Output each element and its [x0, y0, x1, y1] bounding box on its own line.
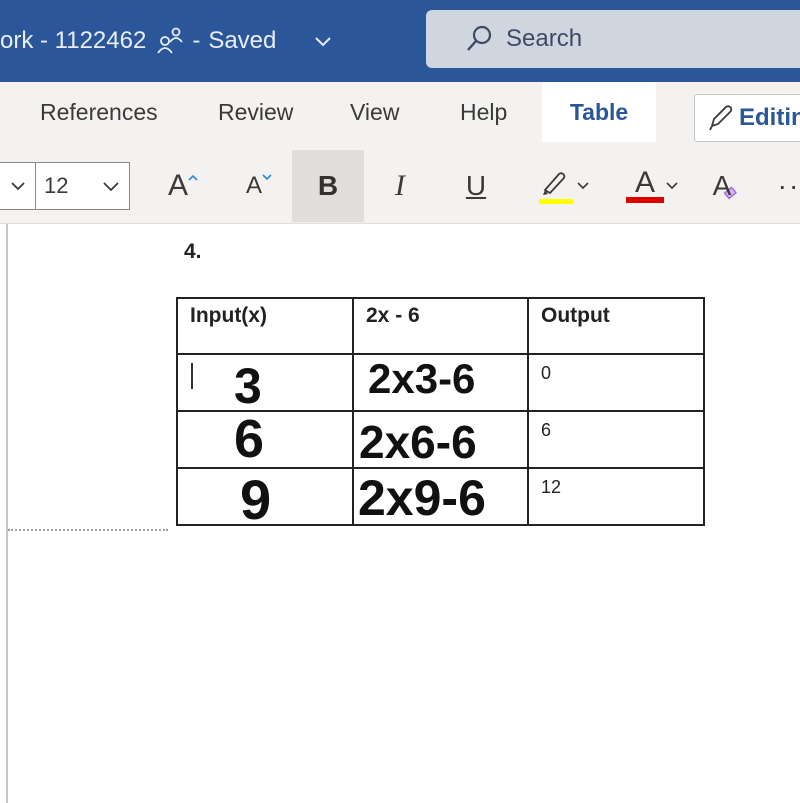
table-row: 6 2x6-6 6: [176, 409, 705, 469]
chevron-down-icon: [10, 182, 25, 191]
input-cell[interactable]: 3: [176, 353, 354, 414]
chevron-down-icon: [103, 182, 119, 192]
chevron-down-icon[interactable]: [312, 30, 334, 52]
formatting-toolbar: 12 A A B I U A A ··: [0, 148, 800, 224]
ribbon-tabs: References Review View Help Table Editin…: [0, 82, 800, 148]
tab-references[interactable]: References: [40, 82, 158, 142]
editing-mode-button[interactable]: Editing: [694, 94, 800, 142]
expression-cell[interactable]: 2x6-6: [352, 410, 529, 469]
tab-help[interactable]: Help: [460, 82, 507, 142]
input-cell[interactable]: 9: [176, 467, 354, 531]
input-value: 6: [234, 409, 265, 469]
expression-value: 2x3-6: [368, 355, 476, 402]
italic-label: I: [395, 169, 405, 202]
people-icon: [156, 27, 186, 55]
chevron-down-icon: [666, 182, 678, 190]
highlight-color-button[interactable]: [528, 150, 598, 222]
more-options-label: ··: [777, 170, 800, 201]
input-cell[interactable]: 6: [176, 409, 354, 469]
page-boundary-guide: [8, 529, 168, 531]
function-table[interactable]: Input(x) 2x - 6 Output 3 2x3-6 0 6 2x6-6…: [176, 297, 705, 531]
header-output[interactable]: Output: [527, 297, 705, 355]
title-bar: ork - 1122462 - Saved Search: [0, 0, 800, 82]
italic-button[interactable]: I: [378, 150, 422, 222]
expression-value: 2x9-6: [358, 470, 486, 526]
expression-value: 2x6-6: [359, 416, 477, 468]
output-value: 0: [541, 363, 552, 383]
output-value: 12: [541, 477, 562, 497]
tab-table[interactable]: Table: [542, 82, 656, 142]
expression-cell[interactable]: 2x3-6: [352, 353, 529, 412]
search-placeholder: Search: [506, 25, 583, 52]
bold-label: B: [317, 170, 339, 201]
text-cursor: [191, 363, 193, 389]
document-title[interactable]: ork - 1122462 - Saved: [0, 24, 276, 58]
table-row: 3 2x3-6 0: [176, 353, 705, 414]
underline-label: U: [465, 170, 487, 201]
clear-formatting-button[interactable]: A: [704, 150, 748, 222]
table-header-row: Input(x) 2x - 6 Output: [176, 297, 705, 355]
input-value: 9: [240, 468, 272, 531]
question-number: 4.: [184, 240, 202, 263]
pencil-icon: [709, 105, 733, 131]
input-value: 3: [234, 358, 262, 414]
output-value: 6: [541, 420, 552, 440]
save-status: Saved: [208, 27, 277, 54]
output-cell[interactable]: 12: [527, 467, 705, 526]
tab-review[interactable]: Review: [218, 82, 293, 142]
font-size-dropdown[interactable]: 12: [35, 162, 130, 210]
font-name-dropdown[interactable]: [0, 162, 36, 210]
output-cell[interactable]: 6: [527, 410, 705, 469]
title-separator: -: [192, 27, 201, 54]
header-input[interactable]: Input(x): [176, 297, 354, 355]
clear-formatting-label: A: [712, 170, 732, 201]
font-size-value: 12: [44, 173, 69, 198]
table-row: 9 2x9-6 12: [176, 467, 705, 531]
font-color-button[interactable]: A: [618, 150, 688, 222]
shrink-font-label: A: [245, 172, 262, 199]
header-expression[interactable]: 2x - 6: [352, 297, 529, 355]
grow-font-label: A: [167, 169, 188, 202]
highlighter-icon: [539, 172, 573, 204]
editing-label: Editing: [739, 104, 800, 131]
search-icon: [464, 24, 494, 54]
shrink-font-button[interactable]: A: [236, 150, 282, 222]
caret-up-icon: [188, 174, 198, 181]
grow-font-button[interactable]: A: [158, 150, 208, 222]
tab-view[interactable]: View: [350, 82, 399, 142]
bold-button[interactable]: B: [292, 150, 364, 222]
expression-cell[interactable]: 2x9-6: [352, 467, 529, 526]
caret-down-icon: [262, 174, 272, 181]
underline-button[interactable]: U: [454, 150, 498, 222]
page-margin-line: [6, 224, 8, 803]
document-name: ork - 1122462: [0, 27, 147, 54]
font-color-label: A: [634, 166, 655, 199]
search-input[interactable]: Search: [426, 10, 800, 68]
output-cell[interactable]: 0: [527, 353, 705, 412]
chevron-down-icon: [577, 182, 589, 190]
more-options-button[interactable]: ··: [774, 150, 800, 222]
